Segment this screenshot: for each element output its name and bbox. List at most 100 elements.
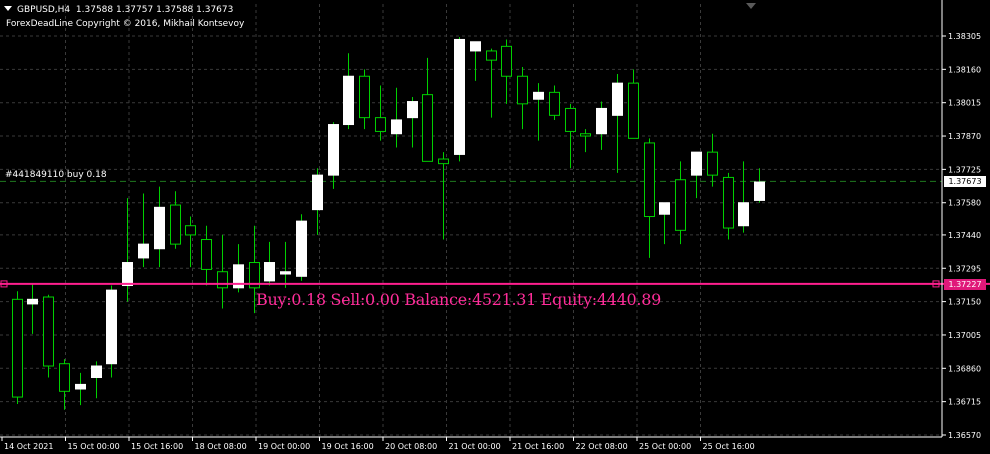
- candle: [533, 83, 544, 141]
- candle: [138, 193, 149, 268]
- time-tick-label: 21 Oct 00:00: [449, 442, 501, 451]
- candle-body: [738, 202, 749, 227]
- candle-body: [517, 75, 528, 105]
- time-tick-label: 22 Oct 08:00: [576, 442, 628, 451]
- price-tick-label: 1.36715: [948, 398, 981, 407]
- candle-body: [422, 94, 433, 162]
- price-chart[interactable]: 1.38305 1.38160 1.38015 1.37870 1.37725 1.375…: [0, 0, 990, 454]
- candle: [407, 96, 418, 148]
- candle-body: [596, 107, 607, 135]
- price-tick-label: 1.37725: [948, 165, 981, 174]
- candle: [391, 87, 402, 148]
- candle-body: [328, 124, 339, 176]
- candle: [596, 101, 607, 150]
- candle-body: [644, 142, 655, 218]
- candle: [170, 191, 181, 249]
- time-tick-label: 18 Oct 08:00: [195, 442, 247, 451]
- candle: [422, 57, 433, 162]
- price-tick-label: 1.38305: [948, 32, 981, 41]
- candle: [75, 372, 86, 406]
- time-tick-label: 19 Oct 16:00: [322, 442, 374, 451]
- candle: [486, 48, 497, 118]
- candle: [375, 85, 386, 141]
- candle-body: [565, 107, 576, 132]
- candle: [296, 214, 307, 281]
- price-tick-label: 1.37580: [948, 199, 981, 208]
- candle-body: [201, 239, 212, 270]
- candle-body: [501, 45, 512, 77]
- chart-shift-marker-icon[interactable]: [746, 3, 756, 9]
- candle-body: [27, 298, 38, 305]
- candle-body: [707, 151, 718, 176]
- candle: [328, 122, 339, 189]
- candle-body: [470, 41, 481, 52]
- candle: [470, 41, 481, 81]
- time-tick-label: 14 Oct 2021: [4, 442, 53, 451]
- time-tick-label: 15 Oct 16:00: [131, 442, 183, 451]
- candle-body: [12, 298, 23, 398]
- current-price-marker: 1.37673: [944, 176, 986, 188]
- candle-body: [549, 91, 560, 116]
- candle-body: [407, 101, 418, 119]
- candle: [233, 244, 244, 293]
- chart-window[interactable]: 1.38305 1.38160 1.38015 1.37870 1.37725 1.375…: [0, 0, 990, 454]
- price-tick-label: 1.38160: [948, 65, 981, 74]
- indicator-copyright: ForexDeadLine Copyright © 2016, Mikhail …: [6, 19, 245, 29]
- candle: [738, 161, 749, 233]
- candle: [628, 69, 639, 139]
- candle-body: [59, 363, 70, 392]
- price-tick-label: 1.36860: [948, 364, 981, 373]
- candle: [27, 283, 38, 334]
- price-tick-label: 1.37440: [948, 231, 981, 240]
- time-tick-label: 15 Oct 00:00: [68, 442, 120, 451]
- order-line-label[interactable]: #441849110 buy 0.18: [5, 170, 107, 180]
- candle: [549, 85, 560, 120]
- candle-body: [170, 204, 181, 245]
- chevron-down-icon[interactable]: [4, 6, 12, 11]
- candle-body: [280, 271, 291, 275]
- candle: [12, 291, 23, 404]
- time-tick-label: 20 Oct 08:00: [385, 442, 437, 451]
- axes: 1.38305 1.38160 1.38015 1.37870 1.37725 1.375…: [0, 0, 981, 451]
- candle-body: [106, 289, 117, 365]
- candle: [122, 198, 133, 302]
- candle-body: [296, 220, 307, 277]
- candle-body: [454, 38, 465, 155]
- candle: [517, 67, 528, 130]
- candle-body: [675, 179, 686, 231]
- candle-body: [612, 82, 623, 116]
- candle: [185, 216, 196, 268]
- symbol-row: GBPUSD,H4 1.37588 1.37757 1.37588 1.3767…: [4, 5, 233, 15]
- time-tick-label: 25 Oct 00:00: [639, 442, 691, 451]
- candle-body: [43, 296, 54, 367]
- candle-body: [185, 225, 196, 236]
- price-tick-label: 1.37005: [948, 331, 981, 340]
- candle: [659, 202, 670, 245]
- candle-body: [122, 262, 133, 287]
- candle: [707, 133, 718, 187]
- candle-body: [628, 82, 639, 139]
- candle-body: [375, 117, 386, 132]
- candle: [359, 69, 370, 130]
- price-tick-label: 1.36570: [948, 431, 981, 440]
- candle: [612, 73, 623, 173]
- candle-body: [754, 181, 765, 201]
- candle-body: [154, 206, 165, 250]
- level-price-marker: 1.37227: [944, 278, 986, 290]
- candle-body: [91, 365, 102, 379]
- candle-body: [533, 91, 544, 100]
- candle-body: [486, 50, 497, 61]
- candle-body: [691, 151, 702, 176]
- candle-body: [264, 262, 275, 282]
- time-tick-label: 21 Oct 16:00: [512, 442, 564, 451]
- candle-body: [343, 75, 354, 126]
- candle: [280, 241, 291, 288]
- level-line-layer: [0, 280, 990, 288]
- time-tick-label: 19 Oct 00:00: [258, 442, 310, 451]
- candle: [217, 234, 228, 309]
- candle: [154, 186, 165, 268]
- candle: [644, 138, 655, 258]
- price-tick-label: 1.37870: [948, 132, 981, 141]
- candle: [264, 241, 275, 286]
- candle-body: [217, 271, 228, 289]
